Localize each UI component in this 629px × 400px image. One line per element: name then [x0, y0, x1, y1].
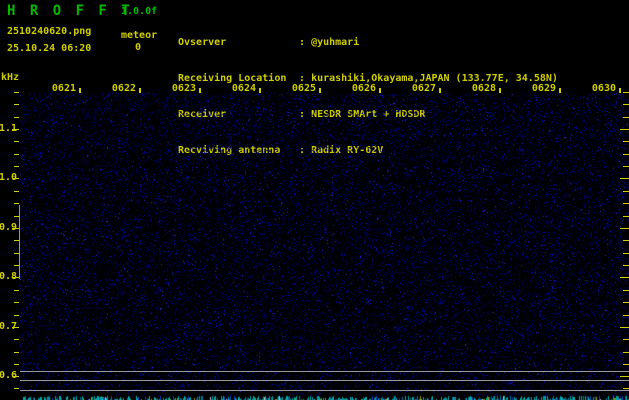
y-axis-tick-label: 0.9	[0, 222, 17, 233]
y-axis-tick-label: 1.0	[0, 172, 17, 183]
y-axis-major-tick-right	[620, 277, 629, 278]
y-axis-minor-tick-right	[623, 364, 629, 365]
x-axis-minute-tick	[379, 88, 381, 93]
x-axis-time-label: 0625	[291, 83, 316, 94]
y-axis-minor-tick	[14, 104, 19, 105]
x-axis-minute-tick	[619, 88, 621, 93]
y-axis-minor-tick-right	[623, 302, 629, 303]
y-axis-tick-label: 0.6	[0, 370, 17, 381]
y-axis-minor-tick-right	[623, 141, 629, 142]
y-axis-minor-tick-right	[623, 104, 629, 105]
y-axis-major-tick-right	[620, 327, 629, 328]
y-axis-minor-tick	[14, 92, 19, 93]
y-axis-minor-tick	[14, 339, 19, 340]
carrier-reference-line	[20, 380, 629, 381]
carrier-reference-line	[20, 390, 629, 391]
x-axis-time-label: 0626	[351, 83, 376, 94]
hrofft-output-image: H R O F F T 1.0.0f 2510240620.png meteor…	[0, 0, 629, 400]
y-axis-minor-tick-right	[623, 315, 629, 316]
y-axis-major-tick-right	[620, 129, 629, 130]
x-axis-time-label: 0628	[471, 83, 496, 94]
y-axis-major-tick-right	[620, 178, 629, 179]
y-axis-minor-tick-right	[623, 388, 629, 389]
y-axis-minor-tick	[14, 315, 19, 316]
x-axis-time-label: 0621	[51, 83, 76, 94]
x-axis-minute-tick	[559, 88, 561, 93]
y-axis-minor-tick-right	[623, 352, 629, 353]
y-axis-major-tick-right	[620, 228, 629, 229]
y-axis-minor-tick	[14, 166, 19, 167]
y-axis-minor-tick-right	[623, 92, 629, 93]
y-axis-minor-tick-right	[623, 216, 629, 217]
x-axis-minute-tick	[199, 88, 201, 93]
y-axis-tick-label: 0.7	[0, 321, 17, 332]
y-axis-minor-tick-right	[623, 253, 629, 254]
y-axis-minor-tick	[14, 141, 19, 142]
y-axis-minor-tick-right	[623, 154, 629, 155]
y-axis-minor-tick-right	[623, 339, 629, 340]
x-axis-time-label: 0629	[531, 83, 556, 94]
y-axis-minor-tick-right	[623, 117, 629, 118]
carrier-reference-line	[20, 371, 629, 372]
meteor-band-marker-line	[19, 205, 20, 279]
y-axis-minor-tick	[14, 203, 19, 204]
y-axis-minor-tick-right	[623, 265, 629, 266]
y-axis-minor-tick-right	[623, 240, 629, 241]
y-axis-tick-label: 1.1	[0, 123, 17, 134]
y-axis-minor-tick-right	[623, 191, 629, 192]
x-axis-minute-tick	[259, 88, 261, 93]
x-axis-time-label: 0623	[171, 83, 196, 94]
x-axis-minute-tick	[439, 88, 441, 93]
y-axis-minor-tick	[14, 290, 19, 291]
x-axis-minute-tick	[319, 88, 321, 93]
y-axis-minor-tick	[14, 154, 19, 155]
y-axis-minor-tick-right	[623, 203, 629, 204]
y-axis-minor-tick	[14, 191, 19, 192]
y-axis-unit-label: kHz	[1, 72, 20, 83]
x-axis-time-label: 0622	[111, 83, 136, 94]
y-axis-major-tick-right	[620, 376, 629, 377]
x-axis-minute-tick	[79, 88, 81, 93]
y-axis-minor-tick	[14, 364, 19, 365]
y-axis-minor-tick-right	[623, 290, 629, 291]
y-axis-minor-tick	[14, 352, 19, 353]
y-axis-minor-tick	[14, 302, 19, 303]
y-axis-minor-tick-right	[623, 166, 629, 167]
x-axis-minute-tick	[499, 88, 501, 93]
x-axis-time-label: 0627	[411, 83, 436, 94]
x-axis-time-label: 0624	[231, 83, 256, 94]
x-axis-time-label: 0630	[591, 83, 616, 94]
y-axis-tick-label: 0.8	[0, 271, 17, 282]
y-axis-minor-tick	[14, 117, 19, 118]
x-axis-minute-tick	[139, 88, 141, 93]
y-axis-minor-tick	[14, 388, 19, 389]
spectrogram-plot: kHz 1.1 1.0 0.9 0.8 0.7 0.6 0621 0622 0623 0624 06…	[0, 0, 629, 400]
spectrogram-noise-canvas	[20, 85, 629, 400]
